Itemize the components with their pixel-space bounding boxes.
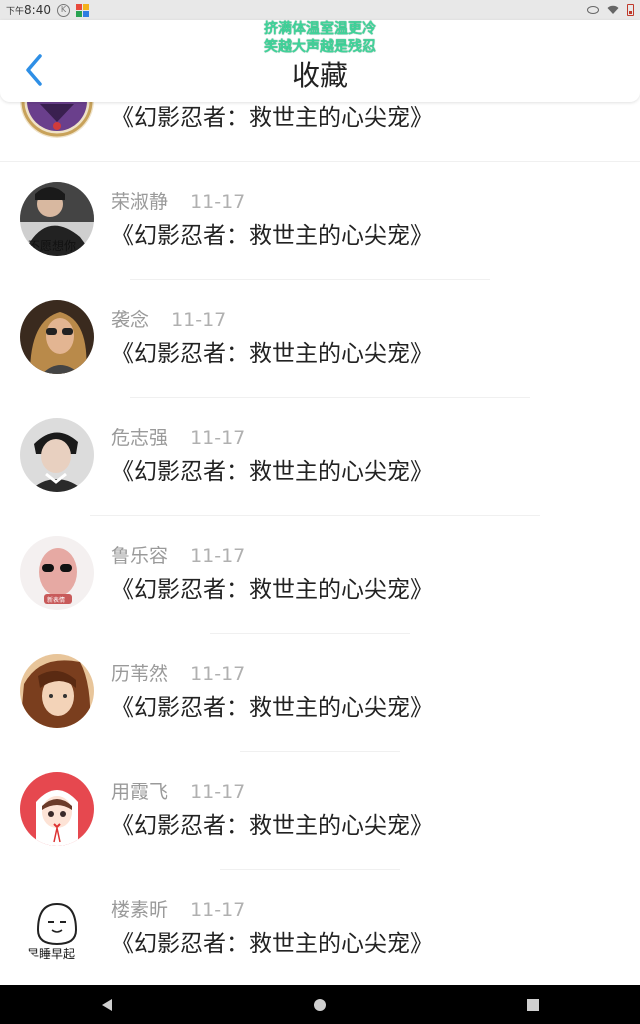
status-time-prefix: 下午	[6, 7, 25, 17]
item-author: 鲁乐容	[111, 545, 169, 567]
avatar-image: 早睡早起	[20, 890, 94, 964]
nav-recents-button[interactable]	[513, 985, 553, 1024]
item-title: 《幻影忍者：救世主的心尖宠》	[111, 341, 433, 367]
avatar	[20, 300, 94, 374]
item-author: 用霞飞	[111, 781, 169, 803]
square-recents-icon	[527, 998, 540, 1011]
svg-text:不愿想你: 不愿想你	[28, 238, 76, 253]
item-meta: 袭念 11-17	[111, 305, 226, 332]
item-meta: 历苇然 11-17	[111, 659, 245, 686]
avatar-image: 新表情	[20, 536, 94, 610]
avatar	[20, 418, 94, 492]
eye-icon	[587, 6, 599, 14]
page-title: 收藏	[291, 59, 348, 92]
item-author: 楼素昕	[111, 899, 169, 921]
item-title: 《幻影忍者：救世主的心尖宠》	[111, 931, 433, 957]
item-meta: 楼素昕 11-17	[111, 895, 245, 922]
item-author: 荣淑静	[111, 191, 169, 213]
item-date: 11-17	[190, 191, 246, 213]
list-item[interactable]: 不愿想你 荣淑静 11-17 《幻影忍者：救世主的心尖宠》	[0, 162, 640, 280]
item-author: 历苇然	[111, 663, 169, 685]
lyric-line-2: 笑越大声越是残忍	[264, 39, 376, 55]
status-right	[587, 4, 634, 16]
avatar	[20, 772, 94, 846]
item-date: 11-17	[190, 663, 246, 685]
list-item[interactable]: 早睡早起 楼素昕 11-17 《幻影忍者：救世主的心尖宠》	[0, 870, 640, 988]
avatar: 新表情	[20, 536, 94, 610]
list-item[interactable]: 历苇然 11-17 《幻影忍者：救世主的心尖宠》	[0, 634, 640, 752]
avatar: 不愿想你	[20, 182, 94, 256]
item-date: 11-17	[190, 545, 246, 567]
avatar-image	[20, 772, 94, 846]
list-item[interactable]: 新表情 鲁乐容 11-17 《幻影忍者：救世主的心尖宠》	[0, 516, 640, 634]
lyric-overlay: 挤满体温室温更冷 笑越大声越是残忍	[0, 20, 640, 56]
item-title: 《幻影忍者：救世主的心尖宠》	[111, 577, 433, 603]
avatar-image	[20, 418, 94, 492]
item-title: 《幻影忍者：救世主的心尖宠》	[111, 105, 433, 131]
avatar-image	[20, 300, 94, 374]
status-left: 下午8:40 K	[6, 3, 89, 17]
item-meta: 鲁乐容 11-17	[111, 541, 245, 568]
item-date: 11-17	[190, 427, 246, 449]
item-title: 《幻影忍者：救世主的心尖宠》	[111, 459, 433, 485]
nav-back-button[interactable]	[87, 985, 127, 1024]
item-date: 11-17	[171, 309, 227, 331]
notification-k-icon: K	[56, 3, 70, 17]
header: 收藏 挤满体温室温更冷 笑越大声越是残忍	[0, 20, 640, 102]
item-title: 《幻影忍者：救世主的心尖宠》	[111, 813, 433, 839]
battery-icon	[627, 4, 634, 16]
list-item[interactable]: 用霞飞 11-17 《幻影忍者：救世主的心尖宠》	[0, 752, 640, 870]
list-item[interactable]: 危志强 11-17 《幻影忍者：救世主的心尖宠》	[0, 398, 640, 516]
item-title: 《幻影忍者：救世主的心尖宠》	[111, 695, 433, 721]
item-meta: 危志强 11-17	[111, 423, 245, 450]
svg-text:新表情: 新表情	[47, 596, 65, 604]
item-date: 11-17	[190, 899, 246, 921]
avatar	[20, 654, 94, 728]
triangle-back-icon	[101, 998, 112, 1011]
wifi-icon	[607, 5, 619, 14]
status-bar: 下午8:40 K	[0, 0, 640, 20]
list-item[interactable]: 袭念 11-17 《幻影忍者：救世主的心尖宠》	[0, 280, 640, 398]
screen: 下午8:40 K 《幻影忍者：救世主的心尖宠》 不愿想你 荣淑静 11-17 《…	[0, 0, 640, 1024]
avatar-image: 不愿想你	[20, 182, 94, 256]
item-meta: 荣淑静 11-17	[111, 187, 245, 214]
avatar: 早睡早起	[20, 890, 94, 964]
item-author: 袭念	[111, 309, 150, 331]
app-notification-icon	[75, 3, 89, 17]
status-time: 下午8:40	[6, 3, 51, 17]
item-meta: 用霞飞 11-17	[111, 777, 245, 804]
nav-home-button[interactable]	[300, 985, 340, 1024]
avatar-image	[20, 654, 94, 728]
favorites-list: 《幻影忍者：救世主的心尖宠》 不愿想你 荣淑静 11-17 《幻影忍者：救世主的…	[0, 44, 640, 988]
avatar-caption: 早睡早起	[27, 947, 75, 961]
status-time-value: 8:40	[24, 3, 51, 17]
lyric-line-1: 挤满体温室温更冷	[264, 21, 376, 37]
circle-home-icon	[313, 998, 326, 1011]
item-date: 11-17	[190, 781, 246, 803]
system-nav-bar	[0, 985, 640, 1024]
item-title: 《幻影忍者：救世主的心尖宠》	[111, 223, 433, 249]
item-author: 危志强	[111, 427, 169, 449]
